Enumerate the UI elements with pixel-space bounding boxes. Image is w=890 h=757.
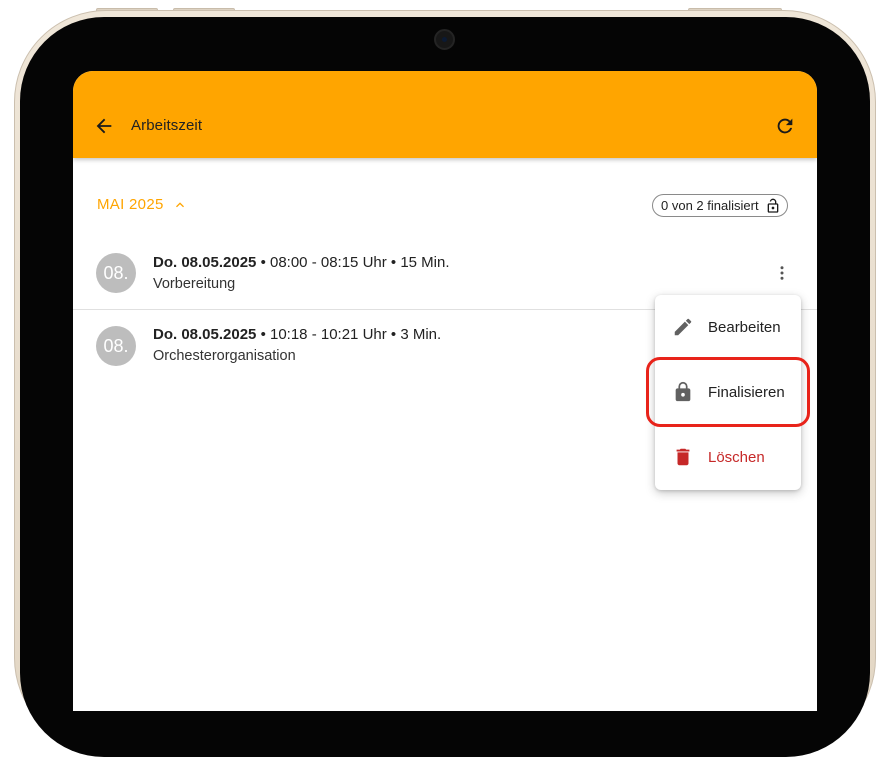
camera-icon: [434, 29, 455, 50]
entry-details: • 08:00 - 08:15 Uhr • 15 Min.: [256, 254, 450, 271]
menu-item-edit[interactable]: Bearbeiten: [655, 298, 801, 356]
trash-icon: [676, 448, 690, 466]
avatar: 08.: [96, 253, 136, 293]
avatar: 08.: [96, 326, 136, 366]
lock-open-icon: [767, 198, 778, 213]
finalized-count-badge: 0 von 2 finalisiert: [652, 194, 788, 217]
menu-item-label: Löschen: [708, 448, 765, 466]
more-vert-icon[interactable]: [773, 261, 791, 285]
entry-title: Do. 08.05.2025 • 10:18 - 10:21 Uhr • 3 M…: [153, 326, 441, 343]
month-label: MAI 2025: [97, 196, 164, 213]
chevron-up-icon: [175, 201, 184, 207]
entry-date: Do. 08.05.2025: [153, 254, 257, 271]
menu-item-label: Bearbeiten: [708, 318, 781, 336]
lock-icon: [675, 381, 691, 402]
entry-description: Vorbereitung: [153, 276, 236, 292]
menu-item-label: Finalisieren: [708, 383, 785, 401]
context-menu: Bearbeiten Finalisieren Löschen: [655, 295, 801, 490]
app-screen: Arbeitszeit MAI 2025 0 von 2 finalisiert…: [73, 71, 817, 711]
pencil-icon: [674, 318, 692, 336]
app-bar: Arbeitszeit: [73, 71, 817, 158]
menu-item-finalize[interactable]: Finalisieren: [655, 363, 801, 421]
refresh-icon[interactable]: [774, 115, 796, 137]
finalized-count-text: 0 von 2 finalisiert: [661, 198, 759, 213]
entry-description: Orchesterorganisation: [153, 348, 296, 364]
arrow-back-icon[interactable]: [93, 115, 115, 137]
page-title: Arbeitszeit: [131, 117, 203, 134]
entry-date: Do. 08.05.2025: [153, 326, 257, 343]
entry-title: Do. 08.05.2025 • 08:00 - 08:15 Uhr • 15 …: [153, 254, 450, 271]
entry-details: • 10:18 - 10:21 Uhr • 3 Min.: [256, 326, 442, 343]
month-toggle[interactable]: MAI 2025: [97, 196, 188, 213]
menu-item-delete[interactable]: Löschen: [655, 428, 801, 486]
